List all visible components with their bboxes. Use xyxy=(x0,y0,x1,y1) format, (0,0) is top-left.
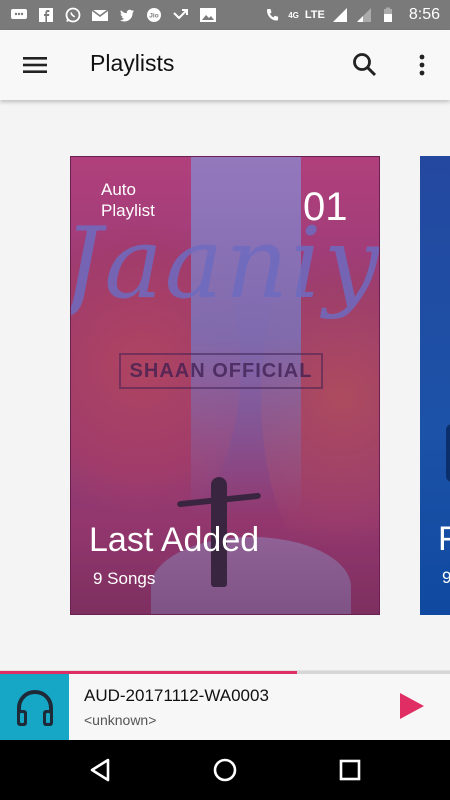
playlist-title: Last Added xyxy=(89,521,260,559)
gmail-icon xyxy=(91,7,109,23)
playlist-card[interactable]: Jaaniye SHAAN OFFICIAL Auto Playlist 01 … xyxy=(70,156,380,615)
playlist-title: F xyxy=(438,520,450,558)
home-button[interactable] xyxy=(211,756,239,784)
call-icon xyxy=(264,7,282,23)
more-options-button[interactable] xyxy=(410,50,434,80)
now-playing-title: AUD-20171112-WA0003 xyxy=(84,686,269,705)
playlist-song-count: 9 Songs xyxy=(93,569,156,588)
signal-icon-2 xyxy=(355,7,373,23)
status-bar: Jio 4G LTE 8:56 xyxy=(0,0,450,30)
menu-button[interactable] xyxy=(20,53,50,77)
playlist-number: 01 xyxy=(303,185,348,229)
missed-call-icon xyxy=(172,7,190,23)
menu-icon xyxy=(23,57,47,73)
jio-icon: Jio xyxy=(145,7,163,23)
auto-playlist-label: Auto Playlist xyxy=(101,180,155,220)
playlist-song-count: 9 xyxy=(442,568,450,587)
search-icon xyxy=(353,53,377,77)
clock: 8:56 xyxy=(408,6,440,23)
network-small-label: 4G xyxy=(288,10,299,20)
notification-icons: Jio xyxy=(10,7,217,23)
recents-button[interactable] xyxy=(336,756,364,784)
twitter-icon xyxy=(118,7,136,23)
navigation-bar xyxy=(0,740,450,800)
more-vert-icon xyxy=(419,54,425,76)
play-button[interactable] xyxy=(396,691,426,721)
play-icon xyxy=(400,693,424,719)
signal-icon xyxy=(331,7,349,23)
network-type-label: LTE xyxy=(304,9,325,21)
battery-icon xyxy=(379,7,397,23)
playlist-card-next[interactable]: F 9 xyxy=(420,156,450,615)
facebook-icon xyxy=(37,7,55,23)
now-playing-artist: <unknown> xyxy=(84,712,157,728)
page-title: Playlists xyxy=(90,50,175,76)
system-indicators: 4G LTE 8:56 xyxy=(264,6,440,24)
jio-label: Jio xyxy=(149,13,158,20)
back-icon xyxy=(90,758,110,782)
gallery-icon xyxy=(199,7,217,23)
home-icon xyxy=(213,758,237,782)
mini-player-art[interactable] xyxy=(0,674,69,741)
headphones-icon xyxy=(16,689,53,726)
recents-icon xyxy=(339,759,361,781)
whatsapp-icon xyxy=(64,7,82,23)
album-art-brand: SHAAN OFFICIAL xyxy=(119,353,323,389)
card-art xyxy=(446,424,450,482)
messages-icon xyxy=(10,7,28,23)
app-bar: Playlists xyxy=(0,30,450,100)
mini-player[interactable]: AUD-20171112-WA0003 <unknown> xyxy=(0,670,450,741)
back-button[interactable] xyxy=(86,756,114,784)
search-button[interactable] xyxy=(350,50,380,80)
